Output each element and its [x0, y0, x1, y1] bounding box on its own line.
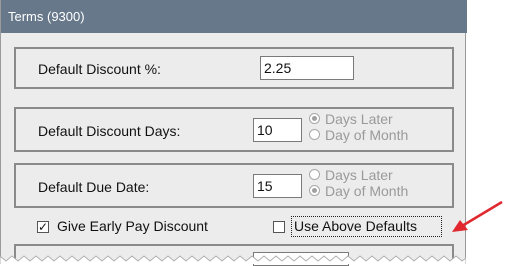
use-defaults-label: Use Above Defaults [294, 218, 417, 234]
discount-days-label: Default Discount Days: [38, 123, 181, 139]
early-pay-checkbox[interactable]: ✓ [37, 221, 49, 233]
use-defaults-checkbox[interactable] [273, 221, 285, 233]
discount-days-later-label: Days Later [325, 111, 393, 127]
due-date-group: Default Due Date: 15 Days Later Day of M… [14, 163, 454, 208]
radio-selected-icon [309, 112, 320, 124]
radio-empty-icon [309, 168, 320, 180]
discount-percent-group: Default Discount %: 2.25 [14, 47, 454, 89]
early-pay-label: Give Early Pay Discount [57, 218, 208, 234]
discount-days-later-radio[interactable]: Days Later [309, 112, 393, 127]
window-title: Terms (9300) [1, 0, 467, 33]
radio-selected-icon [309, 184, 320, 196]
due-day-of-month-radio[interactable]: Day of Month [309, 184, 408, 199]
terms-panel: Terms (9300) Default Discount %: 2.25 De… [0, 0, 467, 266]
radio-empty-icon [309, 128, 320, 140]
due-date-label: Default Due Date: [38, 179, 150, 195]
due-day-of-month-label: Day of Month [325, 183, 409, 199]
due-days-later-radio[interactable]: Days Later [309, 168, 393, 183]
discount-days-group: Default Discount Days: 10 Days Later Day… [14, 107, 454, 152]
discount-percent-input[interactable]: 2.25 [260, 56, 354, 80]
discount-days-input[interactable]: 10 [253, 118, 302, 142]
due-date-input[interactable]: 15 [253, 174, 302, 198]
discount-percent-label: Default Discount %: [38, 61, 161, 77]
discount-day-of-month-label: Day of Month [325, 127, 409, 143]
discount-day-of-month-radio[interactable]: Day of Month [309, 128, 408, 143]
due-days-later-label: Days Later [325, 167, 393, 183]
annotation-arrow-icon [452, 200, 503, 232]
torn-edge [0, 255, 466, 264]
